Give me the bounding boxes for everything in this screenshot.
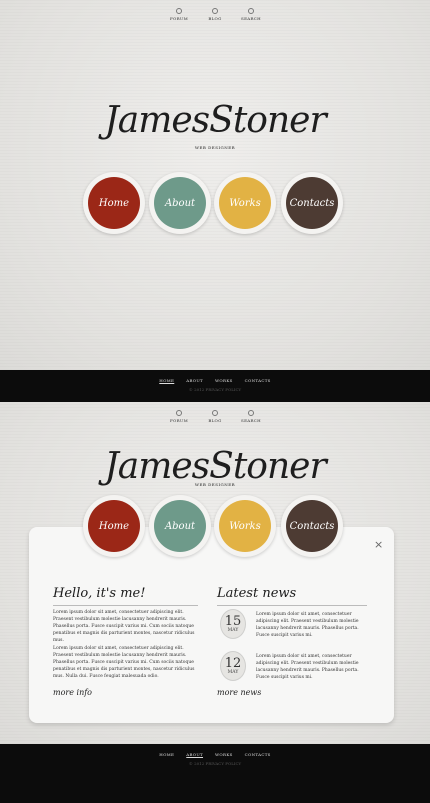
search-icon	[248, 410, 254, 416]
tagline: WEB DESIGNER	[194, 145, 236, 150]
logo[interactable]: JamesStoner	[0, 446, 430, 487]
news-heading: Latest news	[217, 586, 297, 601]
close-icon[interactable]: ×	[374, 538, 383, 551]
footer-copyright: © 2012 PRIVACY POLICY	[188, 761, 242, 766]
top-nav-blog[interactable]: BLOG	[204, 8, 226, 21]
about-paragraph-2: Lorem ipsum dolor sit amet, consectetuer…	[53, 646, 195, 679]
footer-nav: HOME ABOUT WORKS CONTACTS	[0, 370, 430, 383]
nav-circle-contacts[interactable]: Contacts	[281, 172, 343, 234]
news-text-1: Lorem ipsum dolor sit amet, consectetuer…	[256, 612, 359, 638]
news-date-2: 12 MAY	[220, 651, 246, 681]
footer-link-works[interactable]: WORKS	[215, 752, 233, 757]
top-nav: FORUM BLOG SEARCH	[0, 410, 430, 423]
nav-circle-works[interactable]: Works	[214, 495, 276, 557]
forum-icon	[176, 8, 182, 14]
more-info-link[interactable]: more info	[53, 688, 92, 697]
search-icon	[248, 8, 254, 14]
divider	[53, 605, 198, 606]
nav-circle-about[interactable]: About	[149, 495, 211, 557]
footer-link-about[interactable]: ABOUT	[186, 752, 203, 757]
home-screen: FORUM BLOG SEARCH JamesStoner WEB DESIGN…	[0, 0, 430, 370]
footer-link-contacts[interactable]: CONTACTS	[245, 752, 271, 757]
more-news-link[interactable]: more news	[217, 688, 261, 697]
about-heading: Hello, it's me!	[53, 586, 146, 601]
nav-circle-about[interactable]: About	[149, 172, 211, 234]
footer-copyright: © 2012 PRIVACY POLICY	[188, 387, 242, 392]
about-paragraph-1: Lorem ipsum dolor sit amet, consectetuer…	[53, 610, 195, 643]
top-nav-search[interactable]: SEARCH	[240, 8, 262, 21]
tagline: WEB DESIGNER	[194, 482, 236, 487]
footer: HOME ABOUT WORKS CONTACTS © 2012 PRIVACY…	[0, 370, 430, 402]
footer: HOME ABOUT WORKS CONTACTS © 2012 PRIVACY…	[0, 744, 430, 803]
footer-nav: HOME ABOUT WORKS CONTACTS	[0, 744, 430, 757]
nav-circle-works[interactable]: Works	[214, 172, 276, 234]
footer-link-works[interactable]: WORKS	[215, 378, 233, 383]
top-nav-forum[interactable]: FORUM	[168, 8, 190, 21]
footer-link-about[interactable]: ABOUT	[186, 378, 203, 383]
nav-circle-contacts[interactable]: Contacts	[281, 495, 343, 557]
footer-link-contacts[interactable]: CONTACTS	[245, 378, 271, 383]
nav-circle-home[interactable]: Home	[83, 495, 145, 557]
news-date-1: 15 MAY	[220, 609, 246, 639]
top-nav: FORUM BLOG SEARCH	[0, 8, 430, 21]
news-text-2: Lorem ipsum dolor sit amet, consectetuer…	[256, 654, 359, 680]
top-nav-search[interactable]: SEARCH	[240, 410, 262, 423]
blog-icon	[212, 410, 218, 416]
footer-link-home[interactable]: HOME	[159, 378, 174, 383]
divider	[217, 605, 367, 606]
forum-icon	[176, 410, 182, 416]
blog-icon	[212, 8, 218, 14]
footer-link-home[interactable]: HOME	[159, 752, 174, 757]
top-nav-forum[interactable]: FORUM	[168, 410, 190, 423]
nav-circle-home[interactable]: Home	[83, 172, 145, 234]
top-nav-blog[interactable]: BLOG	[204, 410, 226, 423]
logo[interactable]: JamesStoner	[0, 100, 430, 141]
